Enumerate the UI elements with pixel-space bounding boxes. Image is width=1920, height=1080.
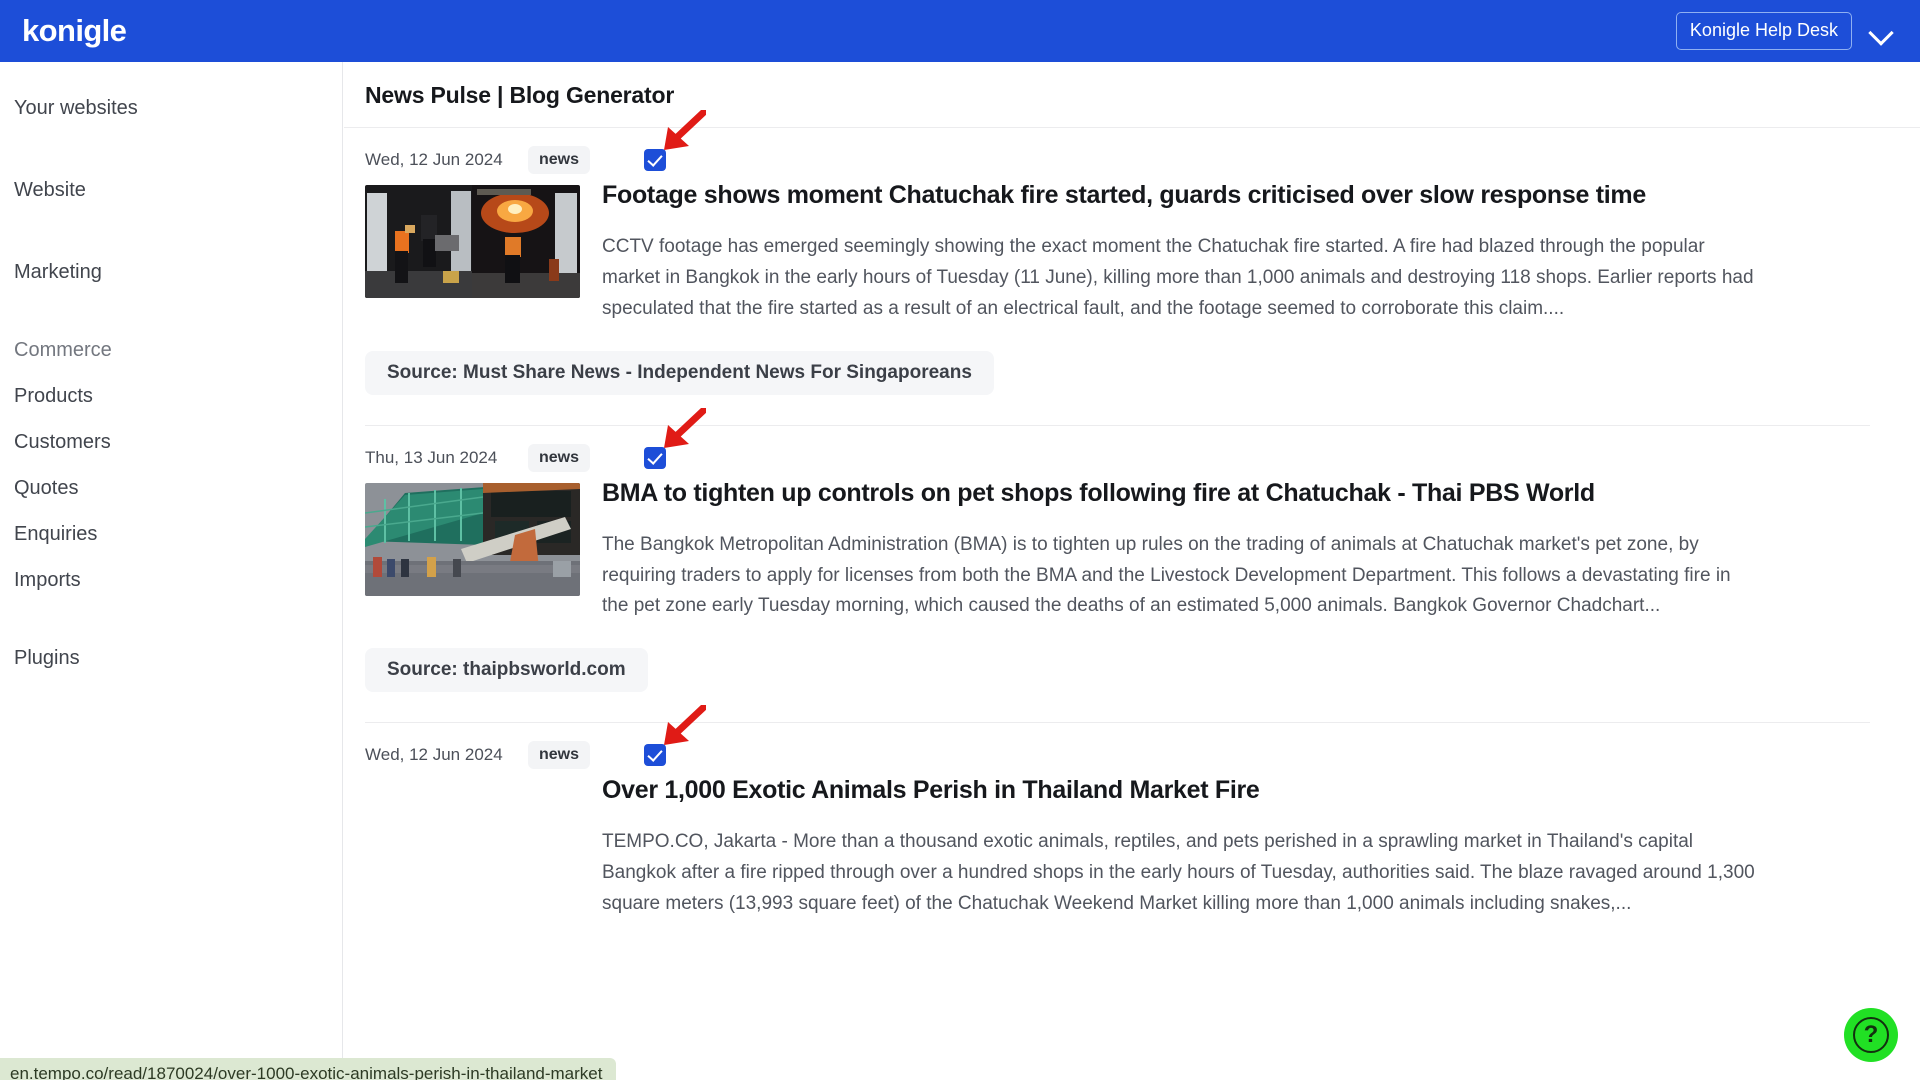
article-tag-badge: news bbox=[528, 741, 591, 770]
topbar-actions: Konigle Help Desk bbox=[1675, 12, 1894, 50]
article-text: Over 1,000 Exotic Animals Perish in Thai… bbox=[365, 773, 1870, 920]
article-headline[interactable]: Over 1,000 Exotic Animals Perish in Thai… bbox=[602, 773, 1870, 806]
article-source-row: Source: thaipbsworld.com bbox=[365, 622, 1870, 722]
sidebar-item-imports[interactable]: Imports bbox=[0, 558, 342, 602]
article-select-checkbox[interactable] bbox=[644, 446, 667, 469]
help-widget-button[interactable]: ? bbox=[1844, 1008, 1898, 1062]
article-header: Thu, 13 Jun 2024 news bbox=[365, 407, 1870, 472]
article-text: BMA to tighten up controls on pet shops … bbox=[580, 476, 1870, 623]
sidebar-item-customers[interactable]: Customers bbox=[0, 420, 342, 464]
news-article-card: Wed, 12 Jun 2024 news Footage shows mome… bbox=[344, 110, 1920, 425]
article-source-row: Source: Must Share News - Independent Ne… bbox=[365, 325, 1870, 425]
sidebar-item-your-websites[interactable]: Your websites bbox=[0, 86, 342, 130]
article-select-wrap bbox=[644, 110, 707, 171]
article-header: Wed, 12 Jun 2024 news bbox=[365, 110, 1870, 174]
question-mark-icon: ? bbox=[1853, 1017, 1889, 1053]
article-headline[interactable]: Footage shows moment Chatuchak fire star… bbox=[602, 178, 1870, 211]
article-summary: The Bangkok Metropolitan Administration … bbox=[602, 533, 1731, 617]
sidebar-item-enquiries[interactable]: Enquiries bbox=[0, 512, 342, 556]
article-body: Over 1,000 Exotic Animals Perish in Thai… bbox=[365, 769, 1870, 920]
article-header: Wed, 12 Jun 2024 news bbox=[365, 705, 1870, 770]
article-thumbnail[interactable] bbox=[365, 185, 580, 298]
article-date: Thu, 13 Jun 2024 bbox=[365, 447, 498, 467]
burned-market-image bbox=[365, 482, 580, 596]
article-date: Wed, 12 Jun 2024 bbox=[365, 745, 503, 765]
article-select-checkbox[interactable] bbox=[644, 744, 667, 767]
news-article-card: Thu, 13 Jun 2024 news BMA to tighten up … bbox=[344, 407, 1920, 723]
page-title: News Pulse | Blog Generator bbox=[365, 82, 675, 108]
sidebar-item-plugins[interactable]: Plugins bbox=[0, 636, 342, 680]
article-text: Footage shows moment Chatuchak fire star… bbox=[580, 178, 1870, 325]
cctv-footage-image bbox=[365, 185, 580, 298]
chevron-down-icon[interactable] bbox=[1868, 18, 1894, 44]
sidebar-section-commerce: Commerce bbox=[14, 339, 112, 361]
news-article-card: Wed, 12 Jun 2024 news Over 1,000 Exotic … bbox=[344, 705, 1920, 920]
sidebar: Your websites Website Marketing Commerce… bbox=[0, 62, 343, 1080]
app-root: konigle Konigle Help Desk Your websites … bbox=[0, 0, 1920, 1080]
article-date: Wed, 12 Jun 2024 bbox=[365, 150, 503, 169]
article-body: Footage shows moment Chatuchak fire star… bbox=[365, 174, 1870, 325]
news-article-feed: Wed, 12 Jun 2024 news Footage shows mome… bbox=[344, 110, 1920, 920]
article-summary: CCTV footage has emerged seemingly showi… bbox=[602, 236, 1754, 319]
konigle-logo[interactable]: konigle bbox=[22, 13, 127, 49]
article-select-wrap bbox=[644, 705, 707, 767]
article-thumbnail[interactable] bbox=[365, 482, 580, 596]
sidebar-item-products[interactable]: Products bbox=[0, 374, 342, 418]
main-content: News Pulse | Blog Generator Wed, 12 Jun … bbox=[344, 62, 1920, 1080]
status-bar-url: en.tempo.co/read/1870024/over-1000-exoti… bbox=[0, 1058, 617, 1080]
konigle-help-desk-button[interactable]: Konigle Help Desk bbox=[1675, 12, 1852, 50]
article-select-checkbox[interactable] bbox=[644, 149, 667, 171]
sidebar-item-marketing[interactable]: Marketing bbox=[0, 250, 342, 294]
sidebar-item-quotes[interactable]: Quotes bbox=[0, 466, 342, 510]
top-navigation-bar: konigle Konigle Help Desk bbox=[0, 0, 1920, 62]
article-source-badge[interactable]: Source: Must Share News - Independent Ne… bbox=[365, 350, 994, 395]
article-tag-badge: news bbox=[528, 146, 591, 174]
article-body: BMA to tighten up controls on pet shops … bbox=[365, 472, 1870, 623]
article-headline[interactable]: BMA to tighten up controls on pet shops … bbox=[602, 476, 1870, 509]
sidebar-item-website[interactable]: Website bbox=[0, 168, 342, 212]
article-source-badge[interactable]: Source: thaipbsworld.com bbox=[365, 648, 648, 693]
article-select-wrap bbox=[644, 407, 707, 469]
article-tag-badge: news bbox=[528, 443, 591, 472]
article-summary: TEMPO.CO, Jakarta - More than a thousand… bbox=[602, 831, 1755, 914]
